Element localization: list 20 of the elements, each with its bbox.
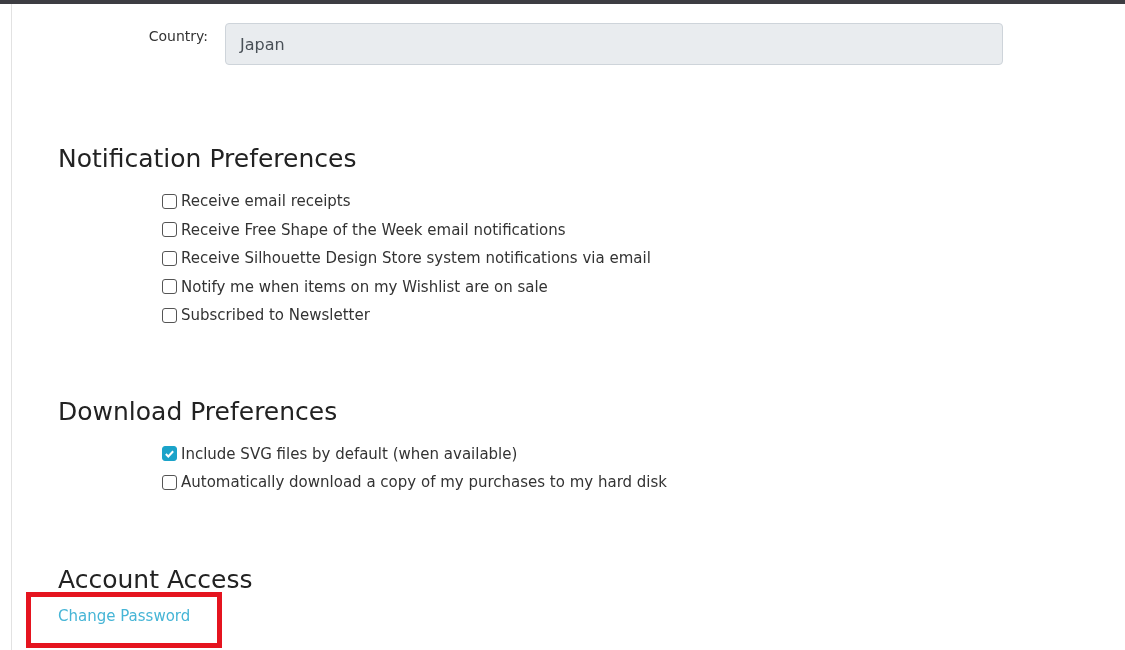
checkbox[interactable]	[162, 474, 177, 490]
section-heading: Account Access	[58, 563, 254, 596]
checkmark-icon	[164, 448, 175, 460]
country-field[interactable]: Japan	[225, 23, 1003, 65]
country-label: Country:	[147, 27, 208, 46]
checkbox-label: Automatically download a copy of my purchases to my hard disk	[181, 473, 668, 492]
checkbox-label: Include SVG files by default (when available)	[181, 444, 518, 463]
checkbox[interactable]	[162, 250, 177, 266]
section-heading: Notification Preferences	[58, 143, 358, 175]
checkbox[interactable]	[162, 279, 177, 295]
checkbox-label: Notify me when items on my Wishlist are on sale	[181, 277, 548, 296]
checkbox[interactable]	[162, 222, 177, 238]
checkbox[interactable]	[162, 193, 177, 209]
checkbox-label: Receive Free Shape of the Week email notifications	[181, 220, 566, 239]
checkbox-label: Receive Silhouette Design Store system notifications via email	[181, 249, 651, 268]
checkbox[interactable]	[162, 307, 177, 323]
checkbox-label: Receive email receipts	[181, 192, 351, 211]
checkbox-label: Subscribed to Newsletter	[181, 306, 370, 325]
checkbox[interactable]	[162, 446, 177, 462]
section-heading: Download Preferences	[58, 395, 339, 428]
